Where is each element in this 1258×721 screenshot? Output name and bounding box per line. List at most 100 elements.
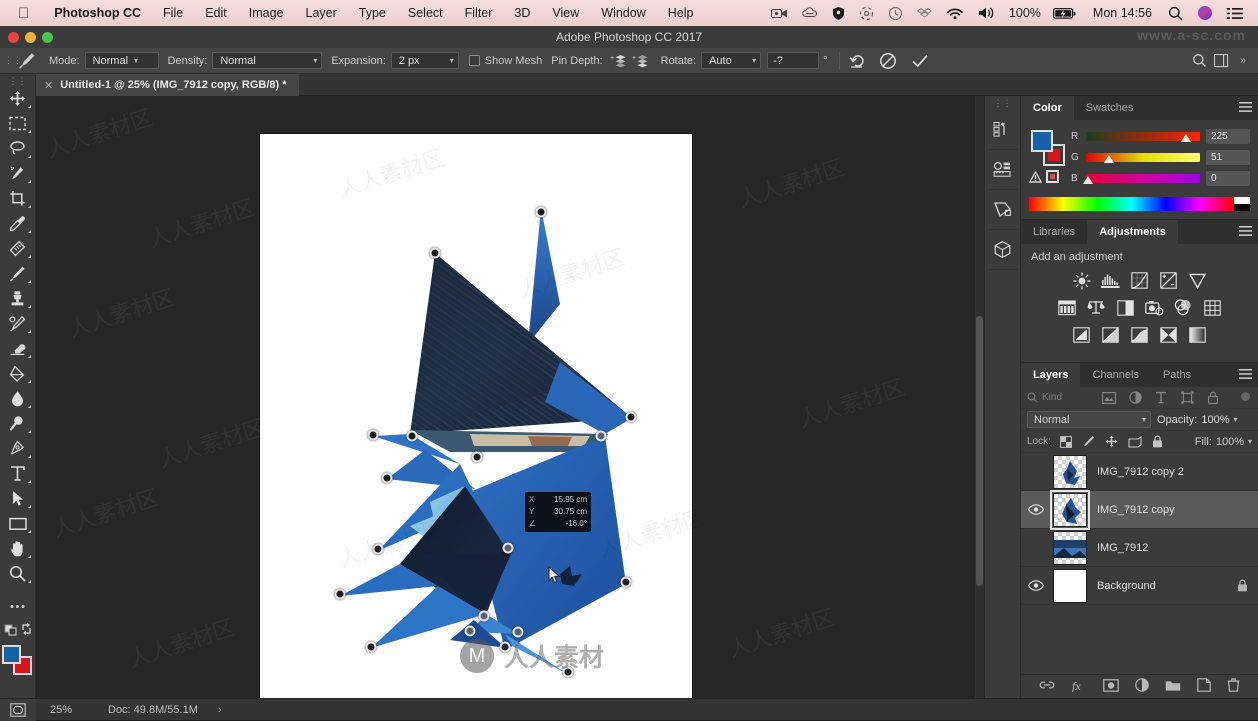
- lock-position-icon[interactable]: [1104, 435, 1120, 448]
- tab-libraries[interactable]: Libraries: [1021, 220, 1087, 244]
- eraser-tool[interactable]: [3, 336, 33, 361]
- gradient-tool[interactable]: [3, 361, 33, 386]
- puppet-pin[interactable]: [478, 610, 490, 622]
- puppet-pin[interactable]: [381, 472, 393, 484]
- color-spectrum-ramp[interactable]: [1029, 197, 1250, 211]
- out-of-gamut-swatch[interactable]: [1046, 170, 1059, 183]
- hue-saturation-icon[interactable]: [1057, 298, 1077, 317]
- layer-visibility-toggle[interactable]: [1025, 580, 1047, 591]
- layer-name[interactable]: IMG_7912 copy: [1093, 504, 1228, 516]
- r-slider-track[interactable]: [1086, 132, 1200, 142]
- menu-layer[interactable]: Layer: [295, 6, 348, 20]
- zoom-level[interactable]: 25%: [36, 704, 100, 716]
- link-layers-icon[interactable]: [1039, 679, 1055, 694]
- blur-tool[interactable]: [3, 386, 33, 411]
- vibrance-icon[interactable]: [1188, 271, 1208, 290]
- menu-bar-clock[interactable]: Mon 14:56: [1084, 6, 1161, 20]
- color-swatches[interactable]: [1, 645, 34, 675]
- tab-adjustments[interactable]: Adjustments: [1087, 220, 1178, 244]
- layer-row[interactable]: IMG_7912: [1021, 529, 1258, 567]
- properties-panel-icon[interactable]: [987, 150, 1018, 190]
- layer-thumbnail[interactable]: [1050, 489, 1090, 530]
- color-balance-icon[interactable]: [1086, 298, 1106, 317]
- fill-value[interactable]: 100%: [1216, 436, 1244, 448]
- menu-view[interactable]: View: [541, 6, 590, 20]
- screen-record-icon[interactable]: [764, 7, 795, 20]
- path-selection-tool[interactable]: [3, 486, 33, 511]
- curves-icon[interactable]: [1130, 271, 1150, 290]
- gradient-map-icon[interactable]: [1188, 325, 1208, 344]
- panel-menu-icon[interactable]: [1239, 226, 1252, 240]
- puppet-pin[interactable]: [429, 247, 441, 259]
- search-icon[interactable]: [1188, 53, 1210, 68]
- black-picker[interactable]: [1234, 204, 1250, 211]
- menu-3d[interactable]: 3D: [503, 6, 541, 20]
- volume-icon[interactable]: [971, 6, 1003, 20]
- chevron-down-icon[interactable]: ▾: [1248, 437, 1252, 446]
- menu-filter[interactable]: Filter: [454, 6, 504, 20]
- layer-mask-icon[interactable]: [1103, 678, 1119, 695]
- preview-icon[interactable]: [0, 698, 36, 721]
- panel-menu-icon[interactable]: [1239, 102, 1252, 116]
- layer-visibility-toggle[interactable]: [1025, 504, 1047, 515]
- chevron-right-icon[interactable]: ›: [198, 704, 222, 716]
- healing-brush-tool[interactable]: [3, 236, 33, 261]
- layer-row[interactable]: IMG_7912 copy 2: [1021, 453, 1258, 491]
- document-canvas[interactable]: X 15.95 cm Y 30.75 cm ∠ -16.0°: [260, 134, 692, 698]
- levels-icon[interactable]: [1101, 271, 1121, 290]
- search-icon[interactable]: [1161, 6, 1190, 21]
- menu-type[interactable]: Type: [348, 6, 397, 20]
- blend-mode-select[interactable]: Normal ▾: [1027, 411, 1151, 428]
- puppet-warp-icon[interactable]: [14, 51, 40, 70]
- puppet-pin[interactable]: [620, 576, 632, 588]
- layer-thumbnail[interactable]: [1053, 530, 1087, 565]
- close-window-button[interactable]: [8, 31, 19, 43]
- rectangle-tool[interactable]: [3, 511, 33, 536]
- puppet-pin[interactable]: [406, 430, 418, 442]
- battery-charging-icon[interactable]: [1046, 7, 1084, 20]
- rotate-select[interactable]: Auto ▾: [701, 52, 762, 69]
- layer-name[interactable]: IMG_7912: [1093, 542, 1228, 554]
- threshold-icon[interactable]: [1130, 325, 1150, 344]
- invert-icon[interactable]: [1072, 325, 1092, 344]
- chevron-down-icon[interactable]: ▾: [1234, 415, 1238, 424]
- quick-selection-tool[interactable]: [3, 161, 33, 186]
- workspace-icon[interactable]: [1210, 53, 1232, 68]
- b-slider-track[interactable]: [1083, 174, 1200, 184]
- menu-app-name[interactable]: Photoshop CC: [43, 6, 152, 20]
- black-white-pickers[interactable]: [1234, 197, 1250, 211]
- layer-thumbnail[interactable]: [1053, 568, 1087, 603]
- puppet-pin[interactable]: [471, 451, 483, 463]
- selective-color-icon[interactable]: [1159, 325, 1179, 344]
- puppet-pin[interactable]: [512, 626, 524, 638]
- g-slider-knob[interactable]: [1103, 155, 1114, 163]
- pin-depth-back-icon[interactable]: +: [630, 53, 652, 68]
- new-group-icon[interactable]: [1165, 679, 1181, 695]
- expansion-select[interactable]: 2 px ▾: [390, 52, 459, 69]
- puppet-pin[interactable]: [625, 411, 637, 423]
- color-lookup-icon[interactable]: [1202, 298, 1222, 317]
- brush-tool[interactable]: [3, 261, 33, 286]
- commit-checkmark-icon[interactable]: [909, 52, 931, 70]
- paths-panel-icon[interactable]: [987, 190, 1018, 230]
- puppet-pin[interactable]: [502, 542, 514, 554]
- tools-panel-grip[interactable]: ⋮⋮: [9, 76, 27, 86]
- zoom-window-button[interactable]: [42, 31, 53, 43]
- layer-name[interactable]: Background: [1093, 580, 1228, 592]
- filter-pixel-icon[interactable]: [1099, 391, 1119, 404]
- channel-value-b[interactable]: 0: [1206, 171, 1250, 186]
- fill-control[interactable]: Fill: 100% ▾: [1195, 436, 1252, 448]
- tab-swatches[interactable]: Swatches: [1074, 96, 1146, 120]
- opacity-value[interactable]: 100%: [1201, 414, 1229, 426]
- r-slider-knob[interactable]: [1181, 134, 1192, 142]
- filter-adjustment-icon[interactable]: [1125, 391, 1145, 404]
- color-panel-swatches[interactable]: [1029, 128, 1065, 183]
- menu-window[interactable]: Window: [590, 6, 656, 20]
- shield-icon[interactable]: [825, 6, 852, 21]
- reset-icon[interactable]: [847, 53, 869, 69]
- clone-stamp-tool[interactable]: [3, 286, 33, 311]
- creative-cloud-icon[interactable]: [795, 6, 825, 20]
- marquee-tool[interactable]: [3, 111, 33, 136]
- layer-thumbnail[interactable]: [1053, 454, 1087, 489]
- siri-icon[interactable]: [1190, 5, 1220, 21]
